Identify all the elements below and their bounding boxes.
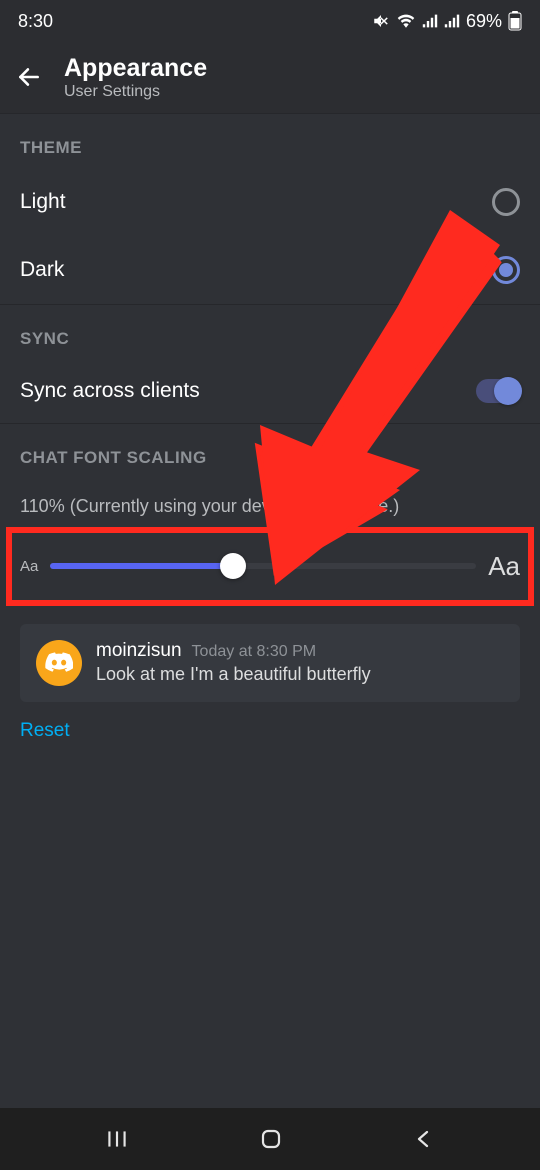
discord-logo-icon [45,652,73,674]
chat-preview: moinzisun Today at 8:30 PM Look at me I'… [20,624,520,702]
nav-back-icon[interactable] [412,1127,436,1151]
status-icons: 69% [372,11,522,32]
preview-timestamp: Today at 8:30 PM [192,643,317,661]
sync-row[interactable]: Sync across clients [0,359,540,423]
nav-recent-icon[interactable] [104,1126,130,1152]
signal-icon-2 [444,13,460,29]
preview-username: moinzisun [96,640,182,662]
font-size-small-label: Aa [20,558,38,575]
battery-text: 69% [466,11,502,32]
back-icon[interactable] [16,64,42,90]
status-time: 8:30 [18,11,53,32]
font-slider-highlight: Aa Aa [6,527,534,606]
wifi-icon [396,12,416,30]
header: Appearance User Settings [0,42,540,114]
reset-button[interactable]: Reset [0,702,540,760]
nav-home-icon[interactable] [259,1127,283,1151]
battery-icon [508,11,522,31]
section-font-title: CHAT FONT SCALING [0,424,540,478]
sync-toggle[interactable] [476,379,520,403]
slider-fill [50,563,233,569]
status-bar: 8:30 69% [0,0,540,42]
font-scale-slider[interactable] [50,563,476,569]
section-theme-title: THEME [0,114,540,168]
avatar [36,640,82,686]
radio-light[interactable] [492,188,520,216]
font-scale-text: 110% (Currently using your device's font… [0,478,540,527]
mute-icon [372,12,390,30]
page-subtitle: User Settings [64,83,207,101]
theme-light-label: Light [20,190,66,214]
theme-dark-label: Dark [20,258,64,282]
theme-option-dark[interactable]: Dark [0,236,540,304]
signal-icon-1 [422,13,438,29]
theme-option-light[interactable]: Light [0,168,540,236]
slider-thumb[interactable] [220,553,246,579]
sync-label: Sync across clients [20,379,200,403]
radio-dark[interactable] [492,256,520,284]
preview-message: Look at me I'm a beautiful butterfly [96,664,371,685]
section-sync-title: SYNC [0,305,540,359]
font-size-large-label: Aa [488,551,520,582]
page-title: Appearance [64,54,207,83]
system-nav-bar [0,1108,540,1170]
